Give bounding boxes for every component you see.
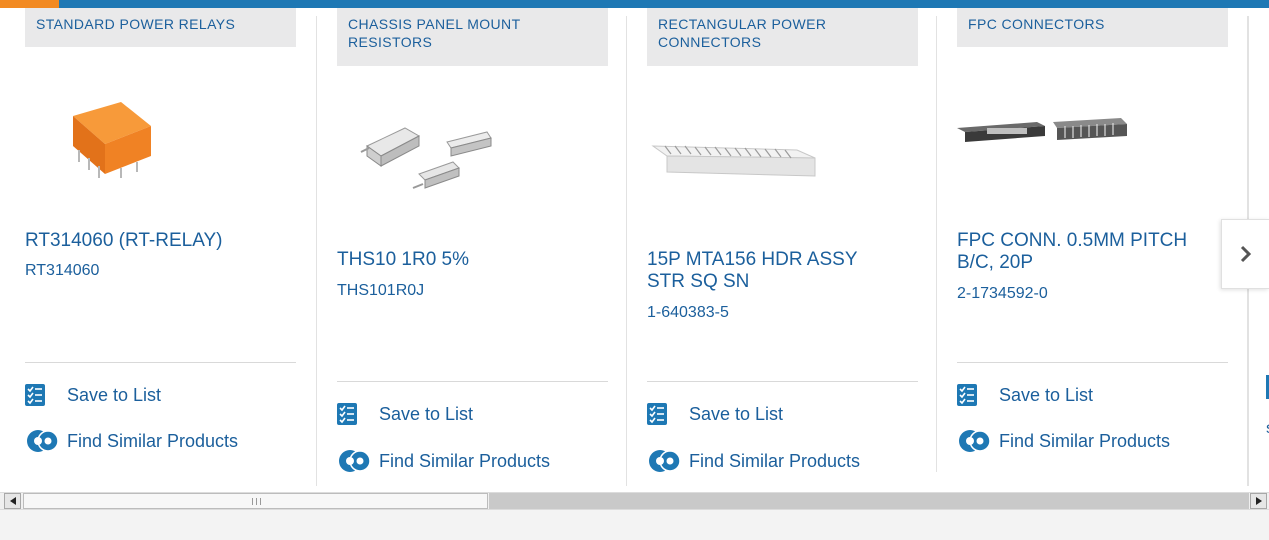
list-icon [647,403,667,425]
product-sku[interactable]: THS101R0J [337,282,424,300]
category-tab[interactable]: FPC CONNECTORS [957,8,1228,47]
gear-icon [27,430,59,452]
product-card: FPC CONNECTORS FPC CONN. 0.5MM PITCH B/C… [957,8,1228,480]
find-similar-button[interactable]: Find Similar Products [647,448,860,474]
find-similar-button[interactable]: Find Similar Products [337,448,550,474]
product-image[interactable] [957,112,1131,152]
save-to-list-button[interactable]: Save to List [25,384,161,406]
divider [957,362,1228,363]
list-icon [337,403,357,425]
product-image[interactable] [647,132,819,186]
product-title[interactable]: FPC CONN. 0.5MM PITCH B/C, 20P [957,230,1219,274]
save-to-list-label: Save to List [689,403,784,424]
product-carousel: STANDARD POWER RELAYS RT314060 (RT-RELAY… [0,8,1269,488]
divider [337,381,608,382]
card-divider [316,16,317,486]
card-divider [626,16,627,486]
scroll-left-arrow-icon [9,497,16,505]
product-sku[interactable]: 1-640383-5 [647,304,729,322]
product-sku[interactable]: RT314060 [25,262,99,280]
product-title[interactable]: THS10 1R0 5% [337,249,607,271]
product-card: STANDARD POWER RELAYS RT314060 (RT-RELAY… [25,8,296,480]
save-to-list-button[interactable]: Save to List [957,384,1093,406]
bottom-area [0,510,1269,540]
top-bar-accent [0,0,59,8]
find-similar-button[interactable]: Find Similar Products [25,428,238,454]
scroll-left-button[interactable] [4,493,21,509]
divider [25,362,296,363]
chevron-right-icon [1240,245,1251,263]
product-image[interactable] [65,96,161,182]
save-to-list-label: Save to List [379,403,474,424]
product-card: RECTANGULAR POWER CONNECTORS 15P MTA156 … [647,8,918,480]
category-tab[interactable]: STANDARD POWER RELAYS [25,8,296,47]
list-icon [957,384,977,406]
product-title[interactable]: 15P MTA156 HDR ASSY STR SQ SN [647,249,897,293]
find-similar-button[interactable]: Find Similar Products [957,428,1170,454]
gear-icon [959,430,991,452]
product-title[interactable]: RT314060 (RT-RELAY) [25,230,295,252]
save-to-list-button[interactable]: Save to List [647,403,783,425]
horizontal-scrollbar[interactable] [0,492,1269,510]
find-similar-label: Find Similar Products [379,450,551,471]
gear-icon [649,450,681,472]
scroll-right-arrow-icon [1255,497,1262,505]
category-tab[interactable]: CHASSIS PANEL MOUNT RESISTORS [337,8,608,66]
product-image[interactable] [357,102,493,202]
find-similar-label: Find Similar Products [67,430,239,451]
save-to-list-label: Save to List [67,384,162,405]
scroll-thumb[interactable] [23,493,488,509]
scroll-right-button[interactable] [1250,493,1267,509]
find-similar-label: Find Similar Products [689,450,861,471]
save-to-list-button[interactable]: Save to List [337,403,473,425]
scroll-track[interactable] [489,493,1249,509]
carousel-next-button[interactable] [1221,219,1269,289]
card-divider [936,16,937,472]
top-bar [0,0,1269,8]
category-tab[interactable]: RECTANGULAR POWER CONNECTORS [647,8,918,66]
find-similar-label: Find Similar Products [999,430,1171,451]
list-icon [25,384,45,406]
gear-icon [339,450,371,472]
save-to-list-label: Save to List [999,384,1094,405]
product-sku[interactable]: 2-1734592-0 [957,285,1048,303]
product-card: CHASSIS PANEL MOUNT RESISTORS THS10 1R0 … [337,8,608,480]
divider [647,381,918,382]
scroll-grip-icon [252,498,261,505]
